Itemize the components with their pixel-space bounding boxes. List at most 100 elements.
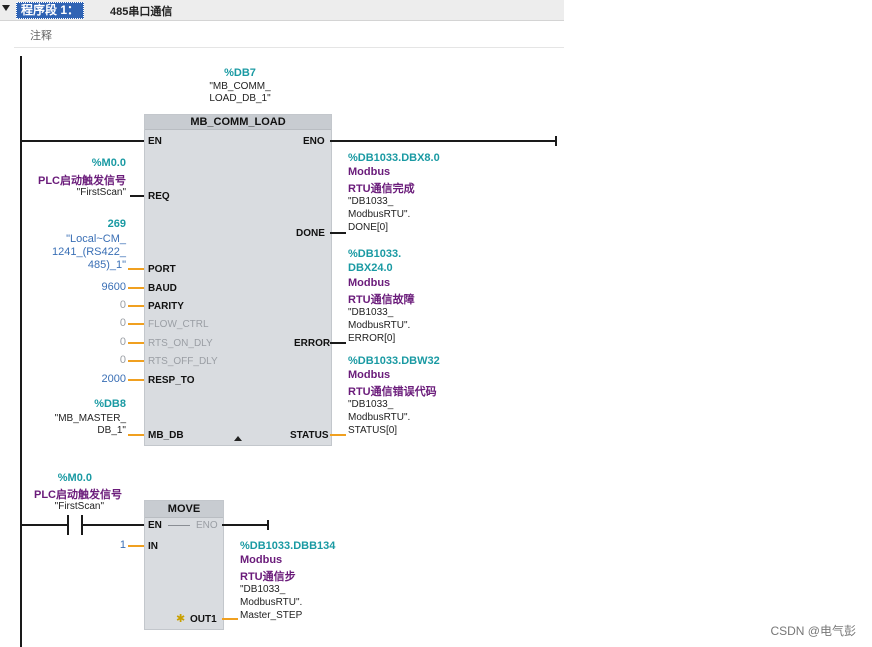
done-tag-line1[interactable]: "DB1033_: [348, 196, 393, 208]
status-tag-line2[interactable]: ModbusRTU".: [348, 412, 410, 424]
done-wire: [330, 232, 346, 234]
req-symbol[interactable]: PLC启动触发信号: [10, 172, 126, 188]
req-tag-name[interactable]: "FirstScan": [30, 187, 126, 199]
instance-db-name-line1[interactable]: "MB_COMM_: [180, 81, 300, 93]
pin-port[interactable]: PORT: [148, 264, 176, 275]
parity-wire: [128, 305, 144, 307]
status-symbol-line2[interactable]: RTU通信错误代码: [348, 383, 437, 399]
error-address-line1[interactable]: %DB1033.: [348, 248, 401, 260]
move-out-symbol-line2[interactable]: RTU通信步: [240, 568, 296, 584]
mb-comm-load-block[interactable]: MB_COMM_LOAD: [144, 114, 332, 446]
network-title[interactable]: 485串口通信: [110, 3, 172, 19]
contact-right-wire: [83, 524, 144, 526]
pin-done[interactable]: DONE: [296, 228, 325, 239]
rts-on-dly-wire: [128, 342, 144, 344]
move-out-tag-line1[interactable]: "DB1033_: [240, 584, 285, 596]
port-value[interactable]: 269: [30, 218, 126, 230]
req-address[interactable]: %M0.0: [30, 157, 126, 169]
error-symbol-line2[interactable]: RTU通信故障: [348, 291, 415, 307]
move-in-wire: [128, 545, 144, 547]
done-address[interactable]: %DB1033.DBX8.0: [348, 152, 440, 164]
pin-flow-ctrl[interactable]: FLOW_CTRL: [148, 319, 209, 330]
contact-tag-name[interactable]: "FirstScan": [0, 501, 104, 513]
resp-to-wire: [128, 379, 144, 381]
move-out-address[interactable]: %DB1033.DBB134: [240, 540, 335, 552]
rts-off-dly-wire: [128, 360, 144, 362]
flow-ctrl-wire: [128, 323, 144, 325]
contact-left-bar[interactable]: [67, 515, 69, 535]
mb-db-name-line1[interactable]: "MB_MASTER_: [20, 413, 126, 425]
done-tag-line3[interactable]: DONE[0]: [348, 222, 388, 234]
watermark-text: CSDN @电气彭: [770, 624, 856, 638]
comment-divider: [14, 47, 564, 48]
status-address[interactable]: %DB1033.DBW32: [348, 355, 440, 367]
port-name-line1[interactable]: "Local~CM_: [20, 233, 126, 245]
pin-rts-on-dly[interactable]: RTS_ON_DLY: [148, 338, 213, 349]
contact-symbol[interactable]: PLC启动触发信号: [0, 486, 122, 502]
move-eno-wire-end: [267, 520, 269, 530]
pin-rts-off-dly[interactable]: RTS_OFF_DLY: [148, 356, 218, 367]
status-symbol-line1[interactable]: Modbus: [348, 369, 390, 381]
status-tag-line1[interactable]: "DB1033_: [348, 399, 393, 411]
rts-on-dly-value[interactable]: 0: [30, 336, 126, 348]
move-pin-en[interactable]: EN: [148, 520, 162, 531]
contact-address[interactable]: %M0.0: [0, 472, 92, 484]
eno-wire: [330, 140, 556, 142]
move-eno-wire: [222, 524, 268, 526]
pin-resp-to[interactable]: RESP_TO: [148, 375, 195, 386]
req-wire: [130, 195, 144, 197]
rts-off-dly-value[interactable]: 0: [30, 354, 126, 366]
instance-db-name-line2[interactable]: LOAD_DB_1": [180, 93, 300, 105]
pin-parity[interactable]: PARITY: [148, 301, 184, 312]
pin-status[interactable]: STATUS: [290, 430, 329, 441]
move-pin-out1[interactable]: OUT1: [190, 614, 217, 625]
flow-ctrl-value[interactable]: 0: [30, 317, 126, 329]
contact-left-wire: [22, 524, 68, 526]
error-tag-line2[interactable]: ModbusRTU".: [348, 320, 410, 332]
move-out-tag-line2[interactable]: ModbusRTU".: [240, 597, 302, 609]
en-wire: [22, 140, 144, 142]
error-tag-line1[interactable]: "DB1033_: [348, 307, 393, 319]
port-wire: [128, 268, 144, 270]
pin-error[interactable]: ERROR: [294, 338, 330, 349]
status-tag-line3[interactable]: STATUS[0]: [348, 425, 397, 437]
move-in-value[interactable]: 1: [90, 539, 126, 551]
resp-to-value[interactable]: 2000: [30, 373, 126, 385]
mb-comm-load-title: MB_COMM_LOAD: [145, 115, 331, 130]
error-address-line2[interactable]: DBX24.0: [348, 262, 393, 274]
status-wire: [330, 434, 346, 436]
eno-wire-end: [555, 136, 557, 146]
network-segment-label[interactable]: 程序段 1：: [16, 2, 85, 19]
instance-db-address[interactable]: %DB7: [190, 67, 290, 79]
collapse-triangle-icon[interactable]: [2, 5, 10, 11]
mb-db-name-line2[interactable]: DB_1": [20, 425, 126, 437]
parity-value[interactable]: 0: [30, 299, 126, 311]
network-header[interactable]: [0, 0, 564, 21]
move-out-symbol-line1[interactable]: Modbus: [240, 554, 282, 566]
done-symbol-line1[interactable]: Modbus: [348, 166, 390, 178]
move-pin-in[interactable]: IN: [148, 541, 158, 552]
error-tag-line3[interactable]: ERROR[0]: [348, 333, 395, 345]
power-rail: [20, 56, 22, 647]
move-pin-eno[interactable]: ENO: [196, 520, 218, 531]
done-symbol-line2[interactable]: RTU通信完成: [348, 180, 415, 196]
move-out-tag-line3[interactable]: Master_STEP: [240, 610, 302, 622]
out-add-star-icon[interactable]: ✱: [176, 612, 185, 625]
network-comment[interactable]: 注释: [30, 27, 52, 43]
mb-db-wire: [128, 434, 144, 436]
baud-wire: [128, 287, 144, 289]
port-name-line3[interactable]: 485)_1": [20, 259, 126, 271]
done-tag-line2[interactable]: ModbusRTU".: [348, 209, 410, 221]
pin-baud[interactable]: BAUD: [148, 283, 177, 294]
baud-value[interactable]: 9600: [30, 281, 126, 293]
error-symbol-line1[interactable]: Modbus: [348, 277, 390, 289]
move-en-eno-link: [168, 525, 190, 526]
pin-req[interactable]: REQ: [148, 191, 170, 202]
pin-mb-db[interactable]: MB_DB: [148, 430, 184, 441]
pin-en[interactable]: EN: [148, 136, 162, 147]
error-wire: [330, 342, 346, 344]
mb-db-address[interactable]: %DB8: [30, 398, 126, 410]
port-name-line2[interactable]: 1241_(RS422_: [20, 246, 126, 258]
pin-eno[interactable]: ENO: [303, 136, 325, 147]
collapse-block-icon[interactable]: [234, 436, 242, 441]
